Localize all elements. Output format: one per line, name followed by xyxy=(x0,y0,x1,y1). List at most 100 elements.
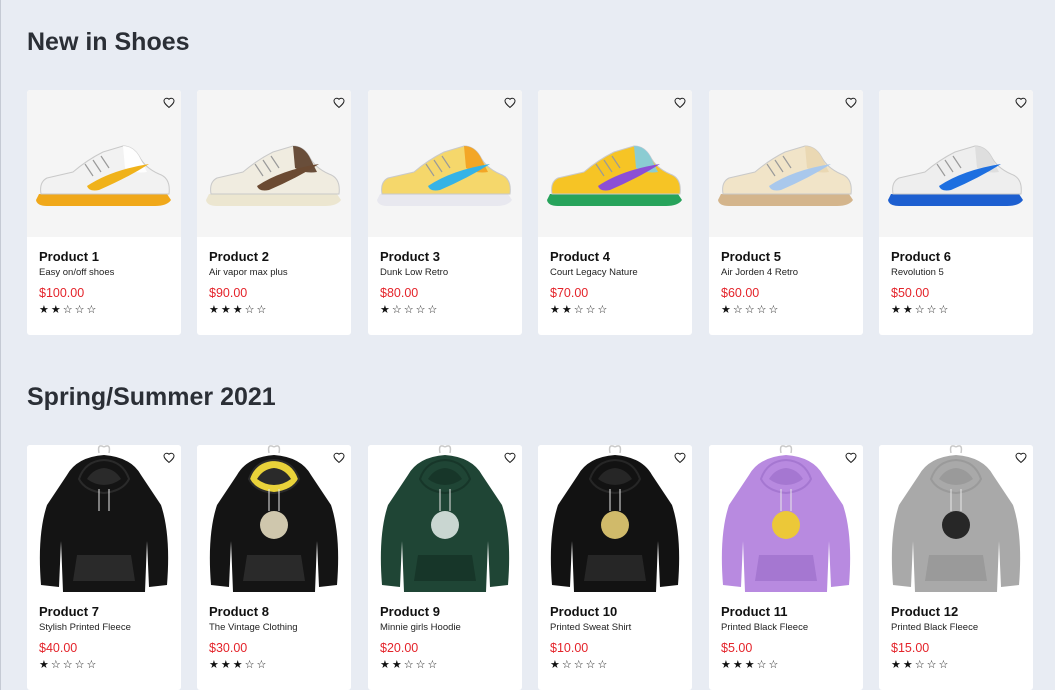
product-image[interactable] xyxy=(538,90,692,237)
product-name[interactable]: Product 2 xyxy=(209,249,343,265)
product-card[interactable]: Product 1 Easy on/off shoes $100.00 ★★☆☆☆ xyxy=(27,90,181,335)
product-card[interactable]: Product 9 Minnie girls Hoodie $20.00 ★★☆☆☆ xyxy=(368,445,522,690)
product-price: $60.00 xyxy=(721,286,760,300)
heart-outline-icon[interactable] xyxy=(333,451,345,464)
product-name[interactable]: Product 6 xyxy=(891,249,1025,265)
heart-outline-icon[interactable] xyxy=(1015,96,1027,109)
product-name[interactable]: Product 11 xyxy=(721,604,855,620)
star-filled-icon: ★ xyxy=(744,658,757,671)
star-rating: ★★☆☆☆ xyxy=(891,304,1025,316)
hoodie-image xyxy=(550,445,680,592)
product-price: $90.00 xyxy=(209,286,248,300)
product-description: Dunk Low Retro xyxy=(380,267,449,278)
star-filled-icon: ★ xyxy=(550,303,562,316)
heart-outline-icon[interactable] xyxy=(674,451,686,464)
star-empty-icon: ☆ xyxy=(585,658,598,671)
product-image[interactable] xyxy=(27,445,181,592)
star-empty-icon: ☆ xyxy=(256,303,269,316)
star-filled-icon: ★ xyxy=(209,303,221,316)
product-info: Product 9 Minnie girls Hoodie $20.00 ★★☆☆☆ xyxy=(380,604,514,671)
product-card[interactable]: Product 5 Air Jorden 4 Retro $60.00 ★☆☆☆☆ xyxy=(709,90,863,335)
section-title: New in Shoes xyxy=(27,28,190,56)
heart-outline-icon[interactable] xyxy=(845,96,857,109)
product-price: $50.00 xyxy=(891,286,930,300)
hoodie-image xyxy=(380,445,510,592)
product-name[interactable]: Product 10 xyxy=(550,604,684,620)
star-rating: ★☆☆☆☆ xyxy=(550,659,684,671)
product-info: Product 7 Stylish Printed Fleece $40.00 ★☆☆… xyxy=(39,604,173,671)
product-image[interactable] xyxy=(368,445,522,592)
heart-outline-icon[interactable] xyxy=(674,96,686,109)
heart-outline-icon[interactable] xyxy=(504,96,516,109)
section-title: Spring/Summer 2021 xyxy=(27,383,276,411)
product-card[interactable]: Product 3 Dunk Low Retro $80.00 ★☆☆☆☆ xyxy=(368,90,522,335)
star-rating: ★★★☆☆ xyxy=(721,659,855,671)
product-info: Product 10 Printed Sweat Shirt $10.00 ★☆☆☆☆ xyxy=(550,604,684,671)
product-grid: Product 7 Stylish Printed Fleece $40.00 ★☆☆… xyxy=(27,445,1033,690)
product-card[interactable]: Product 6 Revolution 5 $50.00 ★★☆☆☆ xyxy=(879,90,1033,335)
product-card[interactable]: Product 4 Court Legacy Nature $70.00 ★★☆☆☆ xyxy=(538,90,692,335)
product-description: The Vintage Clothing xyxy=(209,622,298,633)
star-empty-icon: ☆ xyxy=(573,303,586,316)
hoodie-image xyxy=(39,445,169,592)
product-grid: Product 1 Easy on/off shoes $100.00 ★★☆☆☆ P… xyxy=(27,90,1033,335)
product-info: Product 4 Court Legacy Nature $70.00 ★★☆☆☆ xyxy=(550,249,684,316)
star-empty-icon: ☆ xyxy=(938,303,951,316)
shoe-image xyxy=(547,145,682,206)
star-empty-icon: ☆ xyxy=(74,658,87,671)
heart-outline-icon[interactable] xyxy=(1015,451,1027,464)
product-name[interactable]: Product 3 xyxy=(380,249,514,265)
star-empty-icon: ☆ xyxy=(391,303,404,316)
star-empty-icon: ☆ xyxy=(926,303,939,316)
product-image[interactable] xyxy=(197,445,351,592)
product-image[interactable] xyxy=(709,90,863,237)
product-name[interactable]: Product 4 xyxy=(550,249,684,265)
product-image[interactable] xyxy=(538,445,692,592)
product-description: Printed Sweat Shirt xyxy=(550,622,632,633)
product-description: Stylish Printed Fleece xyxy=(39,622,131,633)
product-card[interactable]: Product 2 Air vapor max plus $90.00 ★★★☆☆ xyxy=(197,90,351,335)
product-card[interactable]: Product 12 Printed Black Fleece $15.00 ★★☆☆… xyxy=(879,445,1033,690)
product-card[interactable]: Product 10 Printed Sweat Shirt $10.00 ★☆☆☆☆ xyxy=(538,445,692,690)
heart-outline-icon[interactable] xyxy=(333,96,345,109)
product-card[interactable]: Product 7 Stylish Printed Fleece $40.00 ★☆☆… xyxy=(27,445,181,690)
star-empty-icon: ☆ xyxy=(561,658,574,671)
star-filled-icon: ★ xyxy=(721,658,733,671)
star-empty-icon: ☆ xyxy=(244,303,257,316)
star-filled-icon: ★ xyxy=(39,658,51,671)
product-name[interactable]: Product 8 xyxy=(209,604,343,620)
star-filled-icon: ★ xyxy=(561,303,574,316)
product-card[interactable]: Product 8 The Vintage Clothing $30.00 ★★★☆☆ xyxy=(197,445,351,690)
star-empty-icon: ☆ xyxy=(768,303,781,316)
product-name[interactable]: Product 7 xyxy=(39,604,173,620)
heart-outline-icon[interactable] xyxy=(163,451,175,464)
hoodie-image xyxy=(721,445,851,592)
product-info: Product 2 Air vapor max plus $90.00 ★★★☆☆ xyxy=(209,249,343,316)
product-image[interactable] xyxy=(197,90,351,237)
product-image[interactable] xyxy=(27,90,181,237)
product-name[interactable]: Product 9 xyxy=(380,604,514,620)
shoe-image xyxy=(36,145,171,206)
product-image[interactable] xyxy=(368,90,522,237)
product-name[interactable]: Product 5 xyxy=(721,249,855,265)
product-name[interactable]: Product 1 xyxy=(39,249,173,265)
star-empty-icon: ☆ xyxy=(756,658,769,671)
star-filled-icon: ★ xyxy=(891,658,903,671)
star-rating: ★☆☆☆☆ xyxy=(380,304,514,316)
hoodie-image xyxy=(891,445,1021,592)
star-rating: ★★☆☆☆ xyxy=(891,659,1025,671)
product-image[interactable] xyxy=(709,445,863,592)
product-description: Revolution 5 xyxy=(891,267,944,278)
heart-outline-icon[interactable] xyxy=(845,451,857,464)
star-filled-icon: ★ xyxy=(232,303,245,316)
heart-outline-icon[interactable] xyxy=(163,96,175,109)
product-image[interactable] xyxy=(879,90,1033,237)
heart-outline-icon[interactable] xyxy=(504,451,516,464)
product-price: $70.00 xyxy=(550,286,589,300)
product-image[interactable] xyxy=(879,445,1033,592)
product-price: $100.00 xyxy=(39,286,85,300)
star-rating: ★★★☆☆ xyxy=(209,659,343,671)
product-card[interactable]: Product 11 Printed Black Fleece $5.00 ★★★☆☆ xyxy=(709,445,863,690)
star-filled-icon: ★ xyxy=(50,303,63,316)
product-name[interactable]: Product 12 xyxy=(891,604,1025,620)
